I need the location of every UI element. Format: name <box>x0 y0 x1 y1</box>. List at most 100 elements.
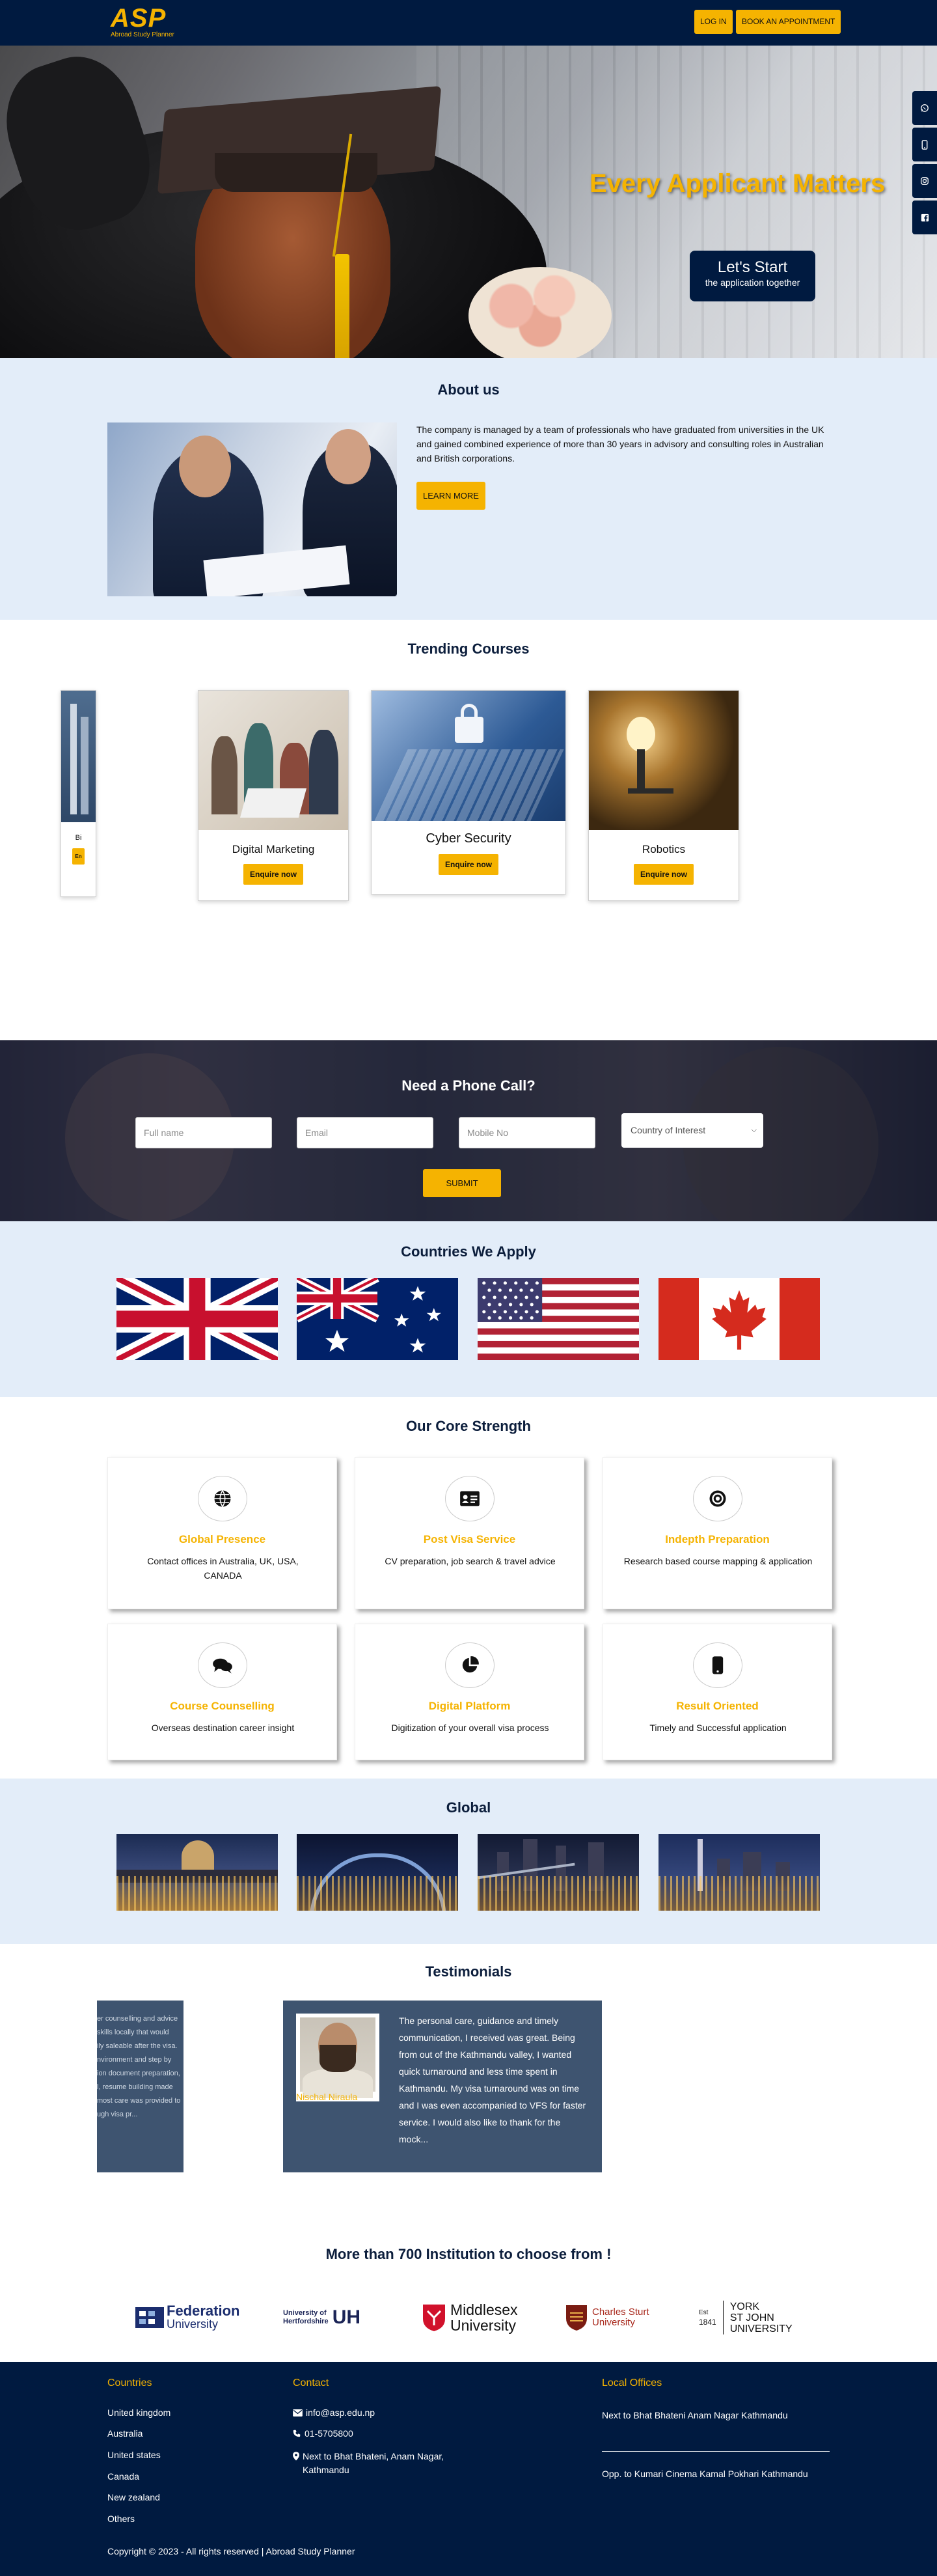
core-card-post-visa-service: Post Visa Service CV preparation, job se… <box>355 1457 584 1609</box>
footer-email[interactable]: info@asp.edu.np <box>293 2407 375 2418</box>
hero-title: Every Applicant Matters <box>590 169 886 198</box>
footer-country-link[interactable]: Others <box>107 2514 135 2524</box>
logo-name: University <box>592 2317 635 2328</box>
testimonial-text: The personal care, guidance and timely c… <box>399 2015 586 2144</box>
footer: Countries United kingdom Australia Unite… <box>0 2362 937 2576</box>
footer-contact-title: Contact <box>293 2377 329 2389</box>
uk-flag[interactable] <box>116 1278 278 1360</box>
about-title: About us <box>437 381 500 398</box>
hero-cta-line2: the application together <box>705 277 800 288</box>
submit-button[interactable]: SUBMIT <box>423 1169 501 1197</box>
robotics-image <box>589 691 739 830</box>
testimonial-card[interactable]: Nischal Niraula The personal care, guida… <box>283 2001 602 2172</box>
countries-title: Countries We Apply <box>401 1243 536 1260</box>
pie-chart-icon <box>445 1642 495 1688</box>
logo-name: YORK <box>729 2301 760 2312</box>
learn-more-button[interactable]: LEARN MORE <box>416 482 485 510</box>
logo-name: University <box>450 2317 516 2334</box>
mobile-input[interactable]: Mobile No <box>459 1117 595 1148</box>
logo-subtitle: Abroad Study Planner <box>111 31 174 38</box>
chevron-down-icon: ⌵ <box>751 1126 757 1134</box>
instagram-button[interactable] <box>912 164 937 198</box>
new-york-city-image <box>478 1834 639 1911</box>
core-card-digital-platform: Digital Platform Digitization of your ov… <box>355 1624 584 1760</box>
hero-flower-bouquet <box>468 267 612 358</box>
enquire-button[interactable]: Enquire now <box>634 864 694 885</box>
comments-icon <box>198 1642 247 1688</box>
logo-name: Hertfordshire <box>283 2318 329 2325</box>
enquire-button[interactable]: Enquire now <box>243 864 303 885</box>
course-name: Digital Marketing <box>232 843 315 855</box>
footer-office: Next to Bhat Bhateni Anam Nagar Kathmand… <box>602 2410 788 2420</box>
core-card-title: Global Presence <box>178 1533 266 1545</box>
logo-name: Charles Sturt <box>592 2306 649 2318</box>
logo-mark: ASP <box>111 4 167 33</box>
footer-copyright: Copyright © 2023 - All rights reserved |… <box>107 2546 355 2556</box>
charles-sturt-shield-mark <box>566 2305 587 2331</box>
core-card-desc: Overseas destination career insight <box>151 1723 295 1733</box>
testimonial-partial-line: nvironment and step by <box>97 2056 172 2064</box>
canada-flag[interactable] <box>659 1278 820 1360</box>
testimonial-card-partial[interactable]: er counselling and advice skills locally… <box>97 2001 183 2172</box>
whatsapp-button[interactable] <box>912 91 937 125</box>
core-card-desc: CV preparation, job search & travel advi… <box>385 1556 556 1566</box>
footer-office: Opp. to Kumari Cinema Kamal Pokhari Kath… <box>602 2469 808 2479</box>
enquire-button-partial[interactable]: En <box>72 848 85 865</box>
phone-button[interactable] <box>912 128 937 161</box>
core-card-title: Post Visa Service <box>423 1533 516 1545</box>
facebook-button[interactable] <box>912 201 937 234</box>
country-select[interactable]: Country of Interest ⌵ <box>621 1113 763 1148</box>
footer-phone[interactable]: 01-5705800 <box>293 2428 353 2439</box>
countries-section: Countries We Apply <box>0 1221 937 1397</box>
core-card-desc: Contact offices in Australia, UK, USA, C… <box>147 1556 299 1581</box>
testimonial-partial-line: ily saleable after the visa. <box>97 2042 178 2050</box>
footer-country-link[interactable]: United states <box>107 2450 161 2460</box>
id-card-icon <box>445 1476 495 1521</box>
footer-phone-text: 01-5705800 <box>305 2428 353 2439</box>
phone-call-section: Need a Phone Call? Full name Email Mobil… <box>0 1040 937 1221</box>
course-name: Cyber Security <box>426 831 511 846</box>
core-card-title: Course Counselling <box>170 1700 275 1712</box>
core-strength-title: Our Core Strength <box>406 1418 531 1434</box>
core-card-indepth-preparation: Indepth Preparation Research based cours… <box>603 1457 832 1609</box>
core-strength-section: Our Core Strength Global Presence Contac… <box>0 1397 937 1779</box>
testimonials-title: Testimonials <box>425 1963 512 1980</box>
testimonials-section: Testimonials er counselling and advice s… <box>0 1944 937 2213</box>
course-card-partial[interactable]: Bi En <box>61 690 96 897</box>
course-card-cyber-security[interactable]: Cyber Security Enquire now <box>371 690 566 894</box>
hero-tassel <box>335 254 349 358</box>
top-navbar: ASP Abroad Study Planner LOG IN BOOK AN … <box>0 0 937 46</box>
email-input[interactable]: Email <box>297 1117 433 1148</box>
fullname-input[interactable]: Full name <box>135 1117 272 1148</box>
federation-university-logo: Federation University <box>135 2298 239 2337</box>
phone-icon <box>921 139 928 150</box>
facebook-icon <box>921 214 929 221</box>
footer-country-link[interactable]: Canada <box>107 2471 139 2482</box>
book-appointment-button[interactable]: BOOK AN APPOINTMENT <box>736 10 841 34</box>
site-logo[interactable]: ASP Abroad Study Planner <box>111 5 189 40</box>
course-card-robotics[interactable]: Robotics Enquire now <box>588 690 739 901</box>
australia-flag[interactable] <box>297 1278 458 1360</box>
footer-country-link[interactable]: Australia <box>107 2428 143 2439</box>
phone-icon <box>293 2430 301 2437</box>
enquire-button[interactable]: Enquire now <box>439 854 498 875</box>
testimonial-partial-line: most care was provided to <box>97 2097 181 2105</box>
footer-country-link[interactable]: New zealand <box>107 2492 160 2502</box>
core-card-desc: Timely and Successful application <box>649 1723 787 1733</box>
footer-address: Next to Bhat Bhateni, Anam Nagar, Kathma… <box>293 2450 446 2477</box>
institutions-title: More than 700 Institution to choose from… <box>325 2246 612 2262</box>
hero-cta-button[interactable]: Let's Start the application together <box>690 251 815 301</box>
logo-name: University of <box>283 2309 327 2317</box>
login-button[interactable]: LOG IN <box>694 10 733 34</box>
mobile-icon <box>693 1642 742 1688</box>
usa-flag[interactable] <box>478 1278 639 1360</box>
hero-cap-base <box>215 153 377 192</box>
footer-country-link[interactable]: United kingdom <box>107 2407 170 2418</box>
course-card-digital-marketing[interactable]: Digital Marketing Enquire now <box>198 690 349 901</box>
phone-call-title: Need a Phone Call? <box>401 1077 536 1094</box>
global-title: Global <box>446 1799 491 1816</box>
digital-marketing-image <box>198 691 348 830</box>
whatsapp-icon <box>921 104 929 112</box>
core-card-title: Indepth Preparation <box>665 1533 770 1545</box>
middlesex-university-logo: Middlesex University <box>422 2298 518 2337</box>
